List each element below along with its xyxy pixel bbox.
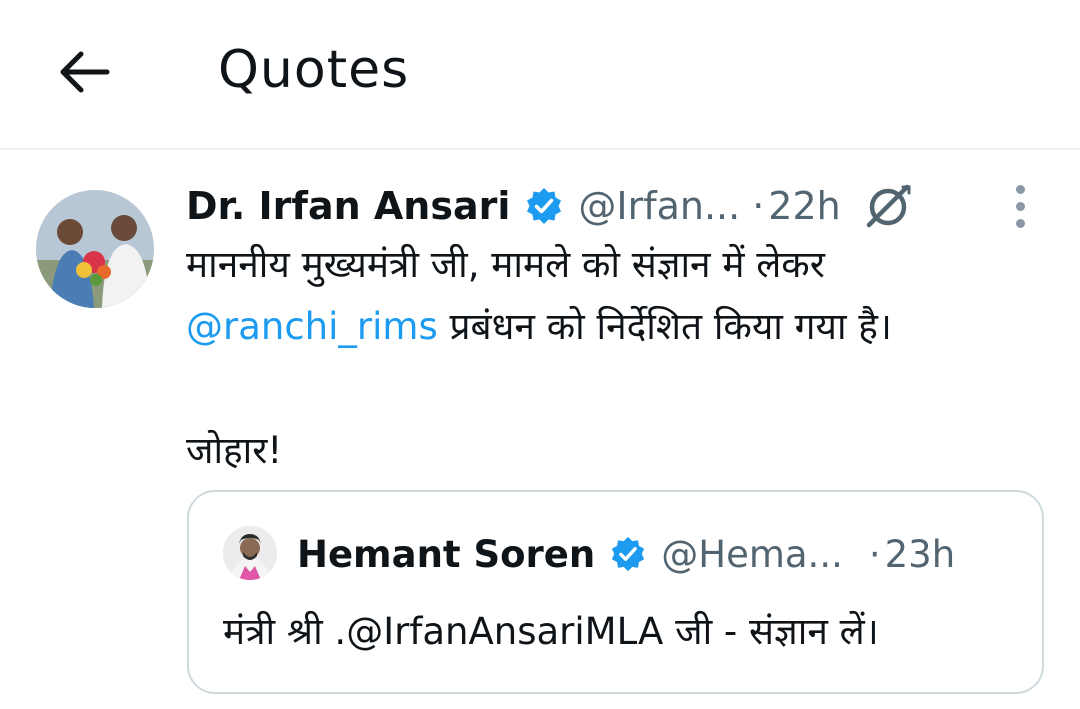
quoted-tweet-card[interactable]: Hemant Soren @Hema... · 23h मंत्री श्री …: [187, 490, 1044, 694]
verified-badge-icon: [524, 186, 564, 226]
tweet-text: माननीय मुख्यमंत्री जी, मामले को संज्ञान …: [186, 234, 1046, 482]
author-handle[interactable]: @Irfan...: [578, 184, 740, 228]
avatar-photo: [36, 190, 154, 308]
quoted-avatar-photo: [223, 526, 277, 580]
quoted-author-handle: @Hema...: [661, 532, 843, 576]
arrow-left-icon: [60, 51, 110, 93]
tweet-text-line2-rest: प्रबंधन को निर्देशित किया गया है।: [437, 305, 892, 348]
page-title: Quotes: [218, 40, 410, 100]
quoted-tweet-header: Hemant Soren @Hema... · 23h: [297, 526, 955, 582]
tweet-text-line3: जोहार!: [186, 429, 283, 472]
verified-badge-icon: [609, 535, 647, 573]
grok-icon[interactable]: [863, 181, 913, 231]
quoted-author-avatar[interactable]: [223, 526, 277, 580]
mention-link[interactable]: @ranchi_rims: [186, 305, 438, 348]
more-options-icon[interactable]: [996, 178, 1044, 234]
author-name[interactable]: Dr. Irfan Ansari: [186, 184, 510, 228]
tweet-text-line2: @ranchi_rims प्रबंधन को निर्देशित किया ग…: [186, 296, 1046, 358]
back-button[interactable]: [48, 36, 120, 108]
separator-dot: ·: [752, 184, 765, 228]
quoted-author-name: Hemant Soren: [297, 532, 596, 576]
quote-tweet[interactable]: Dr. Irfan Ansari @Irfan... · 22h माननीय …: [0, 152, 1080, 709]
tweet-text-line1: माननीय मुख्यमंत्री जी, मामले को संज्ञान …: [186, 243, 825, 286]
tweet-header: Dr. Irfan Ansari @Irfan... · 22h: [186, 180, 913, 232]
tweet-time[interactable]: 22h: [768, 184, 840, 228]
top-bar: Quotes: [0, 0, 1080, 150]
quoted-tweet-text: मंत्री श्री .@IrfanAnsariMLA जी - संज्ञा…: [223, 610, 879, 653]
separator-dot: ·: [868, 532, 881, 576]
author-avatar[interactable]: [36, 190, 154, 308]
quoted-tweet-time: 23h: [884, 532, 956, 576]
